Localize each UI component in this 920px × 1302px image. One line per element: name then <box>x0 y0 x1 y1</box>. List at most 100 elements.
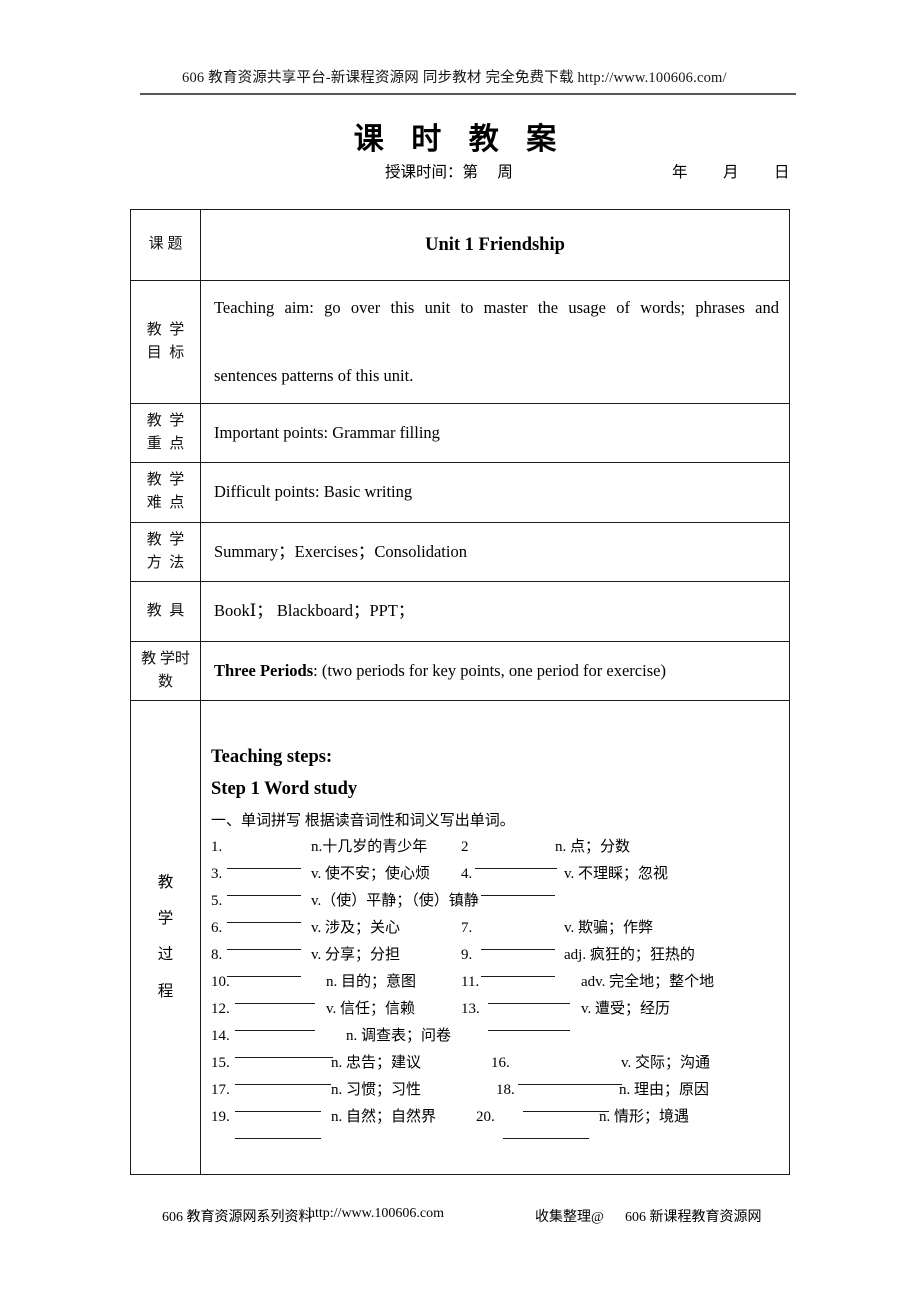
word-definition: n. 习惯；习性 <box>331 1081 422 1098</box>
word-number: 13. <box>461 1000 480 1017</box>
word-definition: adv. 完全地；整个地 <box>581 973 715 990</box>
row-label-line: 教 学时 <box>141 650 190 667</box>
row-label-topic: 课 题 <box>130 208 201 282</box>
word-definition: n. 理由；原因 <box>619 1081 710 1098</box>
page-canvas: 606 教育资源共享平台-新课程资源网 同步教材 完全免费下载 http://w… <box>0 0 920 1302</box>
word-definition: n. 目的；意图 <box>326 973 417 990</box>
row-label-line: 难 点 <box>146 495 185 512</box>
word-number: 6. <box>211 919 223 936</box>
lesson-time-label: 授课时间：第 周 <box>385 164 513 181</box>
row-label-line: 教 学 <box>146 321 185 338</box>
row-label-line: 教 学 <box>146 472 185 489</box>
process-label-char: 学 <box>157 910 174 928</box>
row-value-important-points: Important points: Grammar filling <box>200 402 790 464</box>
page-footer: 606 教育资源网系列资料 http://www.100606.com 收集整理… <box>0 1206 920 1228</box>
row-value-difficult-points: Difficult points: Basic writing <box>200 462 790 523</box>
word-number: 1. <box>211 838 223 855</box>
word-definition: n.十几岁的青少年 <box>311 838 428 855</box>
table-row-aim: 教 学 目 标 Teaching aim: go over this unit … <box>130 280 790 404</box>
table-row-difficult-points: 教 学 难 点 Difficult points: Basic writing <box>130 462 790 523</box>
page-title: 课 时 教 案 <box>353 123 567 156</box>
table-row-periods: 教 学时 数 Three Periods: (two periods for k… <box>130 640 790 702</box>
word-number: 10. <box>211 973 230 990</box>
row-label-line: 方 法 <box>146 554 185 571</box>
word-number: 15. <box>211 1054 230 1071</box>
word-number: 4. <box>461 865 473 882</box>
word-definition: n. 点；分数 <box>555 838 631 855</box>
word-number: 19. <box>211 1108 230 1125</box>
row-value-aim: Teaching aim: go over this unit to maste… <box>200 280 790 404</box>
table-row-topic: 课 题 Unit 1 Friendship <box>130 208 790 282</box>
periods-bold-text: Three Periods <box>214 660 314 680</box>
row-label-line: 数 <box>157 673 173 690</box>
word-definition: n. 情形；境遇 <box>599 1108 690 1125</box>
word-definition: v. 使不安；使心烦 <box>311 865 431 882</box>
row-label-line: 教 学 <box>146 412 185 429</box>
word-definition: v. 欺骗；作弊 <box>564 919 654 936</box>
month-label: 月 <box>723 164 739 181</box>
header-divider <box>140 93 796 95</box>
footer-right-text: 606 新课程教育资源网 <box>625 1210 762 1225</box>
word-definition: n. 调查表；问卷 <box>346 1027 452 1044</box>
row-label-methods: 教 学 方 法 <box>130 521 201 583</box>
word-number: 11. <box>461 973 480 990</box>
word-number: 12. <box>211 1000 230 1017</box>
row-label-difficult-points: 教 学 难 点 <box>130 462 201 523</box>
word-number: 5. <box>211 892 223 909</box>
row-label-line: 教 具 <box>146 602 185 619</box>
word-list: 1. n.十几岁的青少年 2 n. 点；分数 3. v. 使不安；使心烦 4. <box>211 837 781 1139</box>
row-label-important-points: 教 学 重 点 <box>130 402 201 464</box>
word-blank[interactable] <box>235 1124 321 1139</box>
list-item: 10. n. 目的；意图 11. adv. 完全地；整个地 <box>211 972 781 1004</box>
aim-line-1: Teaching aim: go over this unit to maste… <box>214 298 779 318</box>
word-number: 2 <box>461 838 469 855</box>
row-label-line: 目 标 <box>146 344 185 361</box>
row-value-process: Teaching steps: Step 1 Word study 一、单词拼写… <box>200 700 790 1175</box>
word-definition: v. 信任；信赖 <box>326 1000 416 1017</box>
word-number: 8. <box>211 946 223 963</box>
day-label: 日 <box>774 164 790 181</box>
row-label-line: 课 题 <box>148 236 183 253</box>
word-number: 9. <box>461 946 473 963</box>
list-item: 8. v. 分享；分担 9. adj. 疯狂的；狂热的 <box>211 945 781 977</box>
row-label-teaching-aids: 教 具 <box>130 581 201 642</box>
table-row-teaching-aids: 教 具 BookⅠ； Blackboard；PPT； <box>130 581 790 642</box>
word-blank[interactable] <box>503 1124 589 1139</box>
word-number: 18. <box>496 1081 515 1098</box>
table-row-methods: 教 学 方 法 Summary；Exercises；Consolidation <box>130 521 790 583</box>
row-label-line: 教 学 <box>146 531 185 548</box>
word-definition: adj. 疯狂的；狂热的 <box>564 946 695 963</box>
word-definition: v. 交际；沟通 <box>621 1054 711 1071</box>
list-item: 1. n.十几岁的青少年 2 n. 点；分数 <box>211 837 781 869</box>
word-definition: v. 涉及；关心 <box>311 919 401 936</box>
list-item: 6. v. 涉及；关心 7. v. 欺骗；作弊 <box>211 918 781 950</box>
list-item: 14. n. 调查表；问卷 <box>211 1026 781 1058</box>
table-row-process: 教 学 过 程 Teaching steps: Step 1 Word stud… <box>130 700 790 1175</box>
table-row-important-points: 教 学 重 点 Important points: Grammar fillin… <box>130 402 790 464</box>
process-label-char: 程 <box>157 982 174 1000</box>
word-spelling-instruction: 一、单词拼写 根据读音词性和词义写出单词。 <box>211 813 515 830</box>
row-label-periods: 教 学时 数 <box>130 640 201 702</box>
row-value-teaching-aids: BookⅠ； Blackboard；PPT； <box>200 581 790 642</box>
row-value-methods: Summary；Exercises；Consolidation <box>200 521 790 583</box>
word-number: 14. <box>211 1027 230 1044</box>
footer-middle-text: 收集整理@ <box>535 1210 604 1225</box>
footer-left-text: 606 教育资源网系列资料 <box>162 1210 313 1225</box>
row-label-process: 教 学 过 程 <box>130 700 201 1175</box>
footer-url[interactable]: http://www.100606.com <box>308 1206 444 1222</box>
process-label-char: 教 <box>157 873 174 891</box>
word-number: 7. <box>461 919 473 936</box>
word-definition: n. 忠告；建议 <box>331 1054 422 1071</box>
word-number: 20. <box>476 1108 495 1125</box>
word-definition: v. 不理睬；忽视 <box>564 865 669 882</box>
word-definition: v. 分享；分担 <box>311 946 401 963</box>
row-value-periods: Three Periods: (two periods for key poin… <box>200 640 790 702</box>
list-item: 5. v.（使）平静；（使）镇静 <box>211 891 781 923</box>
aim-line-2: sentences patterns of this unit. <box>214 365 414 385</box>
word-definition: v.（使）平静；（使）镇静 <box>311 892 479 909</box>
header-banner-text: 606 教育资源共享平台-新课程资源网 同步教材 完全免费下载 http://w… <box>182 70 727 86</box>
step1-heading: Step 1 Word study <box>211 779 358 800</box>
list-item: 15. n. 忠告；建议 16. v. 交际；沟通 <box>211 1053 781 1085</box>
process-label-char: 过 <box>157 946 174 964</box>
word-definition: v. 遭受；经历 <box>581 1000 671 1017</box>
